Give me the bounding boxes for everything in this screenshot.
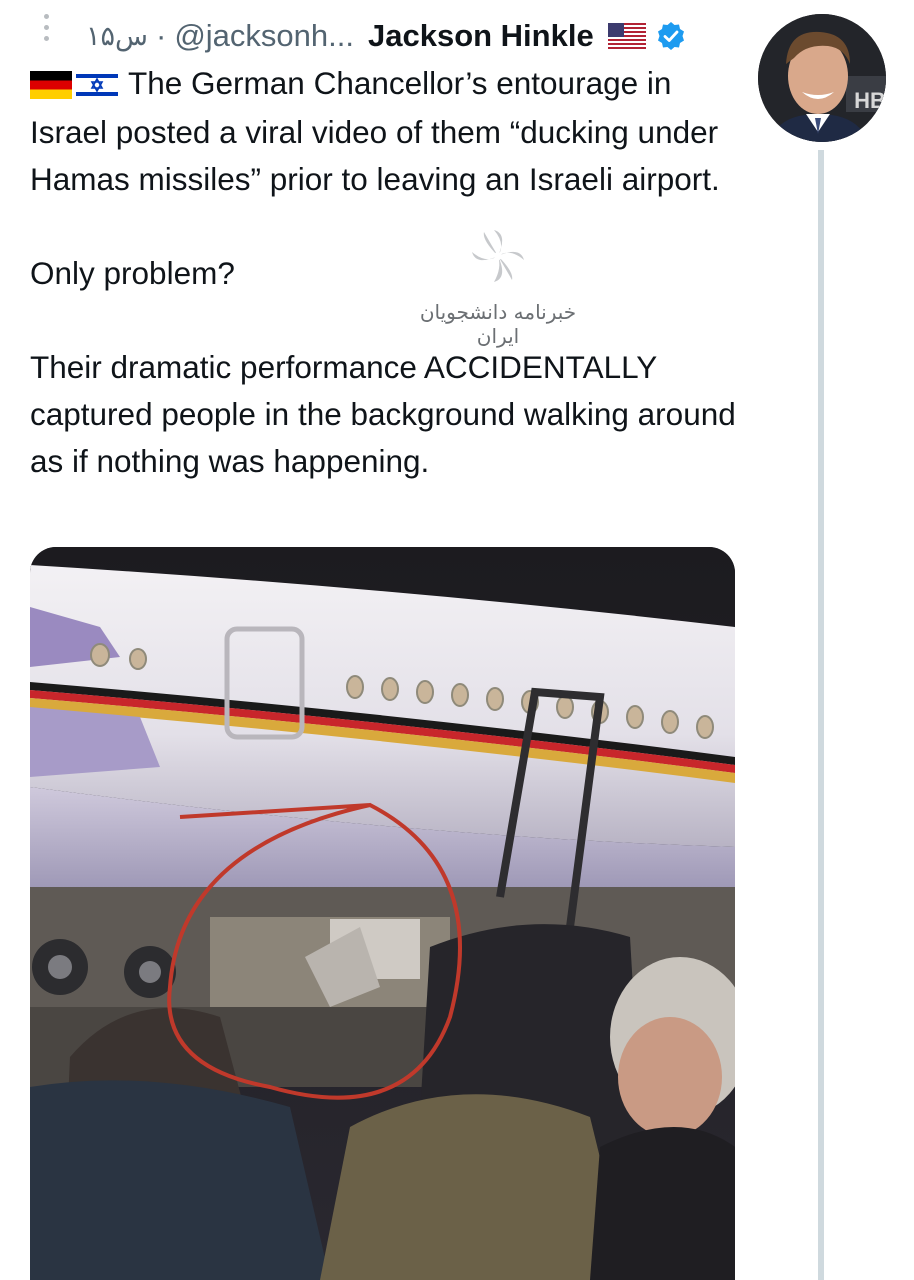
separator: · xyxy=(155,18,167,53)
tweet-text-1: The German Chancellor’s entourage in Isr… xyxy=(30,65,720,198)
tweet-header: ۱۵س · @jacksonh... Jackson Hinkle xyxy=(86,14,738,58)
tweet-paragraph-1: The German Chancellor’s entourage in Isr… xyxy=(30,60,745,203)
verified-badge-icon xyxy=(657,22,684,50)
avatar[interactable]: HB xyxy=(758,14,886,142)
more-options-icon[interactable] xyxy=(36,14,56,48)
thread-line xyxy=(818,150,824,1280)
tweet-text-2: Only problem? xyxy=(30,255,235,292)
svg-text:HB: HB xyxy=(854,88,886,113)
user-handle[interactable]: @jacksonh... xyxy=(174,18,354,54)
tweet-text-3: Their dramatic performance ACCIDENTALLY … xyxy=(30,349,736,480)
avatar-photo: HB xyxy=(758,14,886,142)
display-name[interactable]: Jackson Hinkle xyxy=(368,18,594,54)
watermark-text: خبرنامه دانشجویان ایران xyxy=(419,300,577,348)
us-flag-icon xyxy=(607,23,646,49)
airport-photo xyxy=(30,547,735,1280)
tweet-media-image[interactable] xyxy=(30,547,735,1280)
germany-flag-icon xyxy=(30,70,72,99)
tweet-body: The German Chancellor’s entourage in Isr… xyxy=(30,60,745,485)
flags-inline xyxy=(30,59,118,106)
israel-flag-icon xyxy=(76,70,118,99)
tweet-time[interactable]: ۱۵س xyxy=(86,21,148,52)
